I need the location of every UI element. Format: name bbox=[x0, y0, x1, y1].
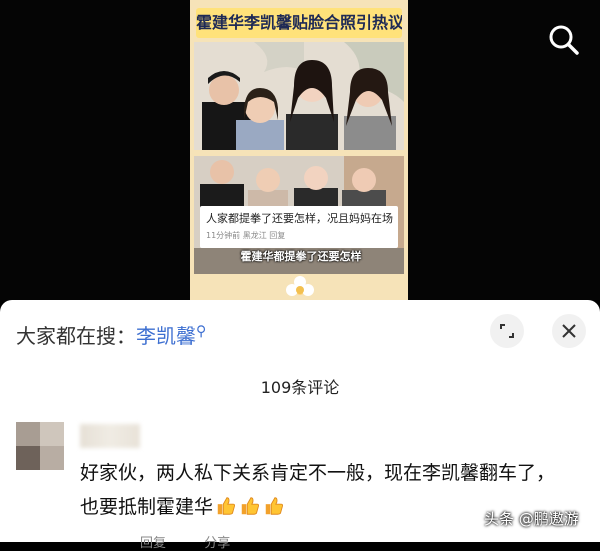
avatar[interactable] bbox=[16, 422, 64, 470]
flower-icon bbox=[286, 276, 314, 296]
username-blurred[interactable] bbox=[80, 424, 140, 448]
search-button[interactable] bbox=[544, 20, 584, 60]
group-photo-image bbox=[194, 42, 404, 150]
photo-top bbox=[194, 42, 404, 150]
avatar-image bbox=[16, 422, 64, 470]
share-button[interactable]: 分享 bbox=[204, 536, 230, 551]
caption-text: 人家都提拳了还要怎样，况且妈妈在场 bbox=[206, 212, 393, 225]
reply-button[interactable]: 回复 bbox=[140, 536, 166, 551]
caption-meta: 11分钟前 黑龙江 回复 bbox=[206, 231, 286, 240]
expand-button[interactable] bbox=[490, 314, 524, 348]
video-poster[interactable]: 霍建华李凯馨贴脸合照引热议 人家都提拳了还要怎样，况且妈妈在场 11分钟前 黑龙… bbox=[190, 0, 408, 300]
comment-count-title: 109条评论 bbox=[260, 378, 340, 397]
video-area[interactable]: 霍建华李凯馨贴脸合照引热议 人家都提拳了还要怎样，况且妈妈在场 11分钟前 黑龙… bbox=[0, 0, 600, 300]
close-icon bbox=[562, 324, 576, 338]
watermark: 头条 @鹏遨游 bbox=[484, 510, 579, 528]
thumbs-up-icon bbox=[217, 497, 236, 515]
close-button[interactable] bbox=[552, 314, 586, 348]
hot-search-keyword[interactable]: 李凯馨 bbox=[136, 324, 196, 348]
search-icon bbox=[549, 25, 579, 55]
comment-panel: 大家都在搜：李凯馨⚲ 109条评论 好家伙，两人私下关系肯定不一般，现在李凯馨翻… bbox=[0, 300, 600, 542]
thumbs-up-icon bbox=[265, 497, 284, 515]
magnifier-icon: ⚲ bbox=[196, 323, 207, 340]
hot-search-prefix: 大家都在搜： bbox=[16, 324, 136, 348]
poster-subtitle: 霍建华都提拳了还要怎样 bbox=[240, 250, 362, 263]
poster-title: 霍建华李凯馨贴脸合照引热议 bbox=[196, 8, 402, 38]
expand-icon bbox=[500, 324, 514, 338]
comment-caption-box: 人家都提拳了还要怎样，况且妈妈在场 11分钟前 黑龙江 回复 bbox=[200, 206, 398, 248]
thumbs-up-icon bbox=[241, 497, 260, 515]
hot-search-bar[interactable]: 大家都在搜：李凯馨⚲ bbox=[16, 320, 206, 349]
